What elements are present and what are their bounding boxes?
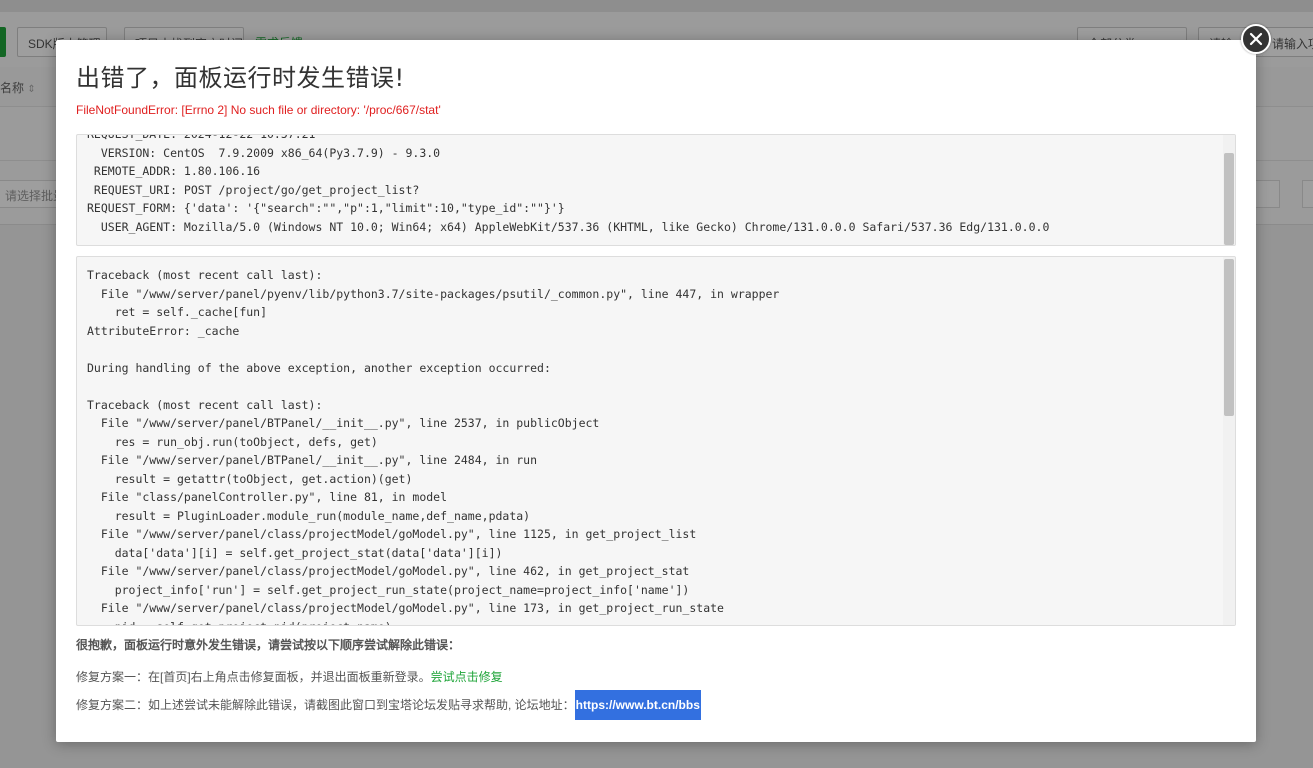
forum-link[interactable]: https://www.bt.cn/bbs: [574, 690, 701, 720]
try-repair-link[interactable]: 尝试点击修复: [431, 670, 503, 684]
close-dialog-button[interactable]: [1241, 24, 1271, 54]
request-scrollbar[interactable]: [1223, 135, 1235, 245]
dialog-title: 出错了，面板运行时发生错误!: [76, 64, 405, 92]
fix-option-1: 修复方案一：在[首页]右上角点击修复面板，并退出面板重新登录。尝试点击修复: [76, 668, 503, 685]
fix-option-1-text: 修复方案一：在[首页]右上角点击修复面板，并退出面板重新登录。: [76, 670, 431, 684]
fix-option-2-text: 修复方案二：如上述尝试未能解除此错误，请截图此窗口到宝塔论坛发贴寻求帮助, 论坛…: [76, 698, 575, 712]
traceback-panel[interactable]: Traceback (most recent call last): File …: [76, 256, 1236, 626]
request-scrollbar-thumb[interactable]: [1224, 153, 1234, 245]
traceback-text: Traceback (most recent call last): File …: [87, 268, 780, 625]
error-dialog: 出错了，面板运行时发生错误! FileNotFoundError: [Errno…: [56, 40, 1256, 742]
request-info-text: REQUEST_DATE: 2024-12-22 10:57:21 VERSIO…: [87, 134, 1050, 234]
close-icon: [1249, 32, 1263, 46]
error-message: FileNotFoundError: [Errno 2] No such fil…: [76, 103, 441, 117]
fix-option-2: 修复方案二：如上述尝试未能解除此错误，请截图此窗口到宝塔论坛发贴寻求帮助, 论坛…: [76, 690, 701, 720]
tips-title: 很抱歉，面板运行时意外发生错误，请尝试按以下顺序尝试解除此错误：: [76, 638, 461, 652]
traceback-scrollbar-thumb[interactable]: [1224, 259, 1234, 416]
traceback-scrollbar[interactable]: [1223, 257, 1235, 625]
request-info-panel[interactable]: REQUEST_DATE: 2024-12-22 10:57:21 VERSIO…: [76, 134, 1236, 246]
